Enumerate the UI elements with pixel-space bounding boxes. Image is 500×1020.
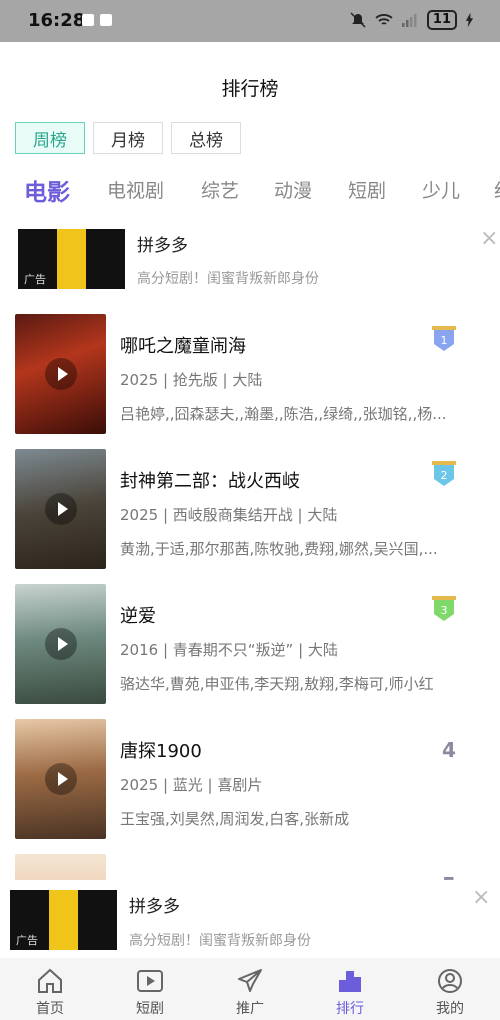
play-icon[interactable]: [45, 358, 77, 390]
rank-badge-gold-icon: 1: [432, 326, 456, 351]
rank-number: 4: [442, 738, 456, 762]
play-box-icon[interactable]: [135, 966, 165, 996]
paper-plane-icon[interactable]: [235, 966, 265, 996]
category-movie[interactable]: 电影: [24, 173, 70, 207]
ad-label: 广告: [16, 934, 38, 947]
nav-label[interactable]: 排行: [300, 998, 400, 1018]
tab-monthly[interactable]: 月榜: [93, 122, 163, 154]
nav-label[interactable]: 我的: [400, 998, 500, 1018]
poster-image[interactable]: [15, 449, 106, 569]
play-icon[interactable]: [45, 628, 77, 660]
category-anime[interactable]: 动漫: [274, 176, 312, 203]
ad-thumbnail[interactable]: 广告: [18, 229, 125, 289]
notification-icon: [82, 14, 94, 26]
ranking-item[interactable]: 唐探1900 2025 | 蓝光 | 喜剧片 王宝强,刘昊然,周润发,白客,张新…: [0, 719, 500, 841]
item-meta: 2025 | 抢先版 | 大陆: [120, 371, 263, 389]
rank-number: 2: [441, 469, 448, 482]
item-meta: 2016 | 青春期不只“叛逆” | 大陆: [120, 641, 338, 659]
ad-description: 高分短剧！闺蜜背叛新郎身份: [129, 933, 311, 949]
nav-promote[interactable]: 推广: [200, 958, 300, 1020]
page-title: 排行榜: [221, 78, 279, 100]
item-title[interactable]: 逆爱: [120, 602, 156, 628]
item-cast: 王宝强,刘昊然,周润发,白客,张新成: [120, 810, 350, 828]
charging-icon: [465, 12, 474, 28]
poster-image[interactable]: [15, 719, 106, 839]
nav-label[interactable]: 首页: [0, 998, 100, 1018]
status-time: 16:28: [28, 10, 86, 31]
poster-image[interactable]: [15, 314, 106, 434]
ad-title[interactable]: 拼多多: [137, 231, 188, 256]
tab-weekly[interactable]: 周榜: [15, 122, 85, 154]
tab-overall[interactable]: 总榜: [171, 122, 241, 154]
status-bar: 16:28 11: [0, 0, 500, 42]
rank-number: 3: [441, 604, 448, 617]
signal-icon: [401, 14, 417, 27]
notification-icon: [100, 14, 112, 26]
item-cast: 吕艳婷,,囧森瑟夫,,瀚墨,,陈浩,,绿绮,,张珈铭,,杨...: [120, 405, 447, 423]
play-icon[interactable]: [45, 763, 77, 795]
item-title[interactable]: 哪吒之魔童闹海: [120, 332, 246, 358]
nav-profile[interactable]: 我的: [400, 958, 500, 1020]
profile-icon[interactable]: [435, 966, 465, 996]
ad-banner-top[interactable]: 广告 拼多多 高分短剧！闺蜜背叛新郎身份 ×: [0, 226, 500, 292]
item-title[interactable]: 封神第二部：战火西岐: [120, 467, 300, 493]
item-cast: 黄渤,于适,那尔那茜,陈牧驰,费翔,娜然,吴兴国,...: [120, 540, 438, 558]
category-documentary[interactable]: 纪: [494, 176, 500, 203]
wifi-icon: [375, 14, 393, 25]
ranking-item[interactable]: 逆爱 2016 | 青春期不只“叛逆” | 大陆 骆达华,曹苑,申亚伟,李天翔,…: [0, 584, 500, 706]
nav-short-drama[interactable]: 短剧: [100, 958, 200, 1020]
ad-label: 广告: [24, 273, 46, 286]
play-icon[interactable]: [45, 493, 77, 525]
battery-indicator: 11: [426, 10, 457, 30]
home-icon[interactable]: [35, 966, 65, 996]
ad-thumbnail[interactable]: 广告: [10, 890, 117, 950]
ad-close-icon[interactable]: ×: [480, 226, 498, 251]
ad-description: 高分短剧！闺蜜背叛新郎身份: [137, 271, 319, 287]
nav-label[interactable]: 推广: [200, 998, 300, 1018]
ranking-item[interactable]: 哪吒之魔童闹海 2025 | 抢先版 | 大陆 吕艳婷,,囧森瑟夫,,瀚墨,,陈…: [0, 314, 500, 436]
nav-ranking[interactable]: 排行: [300, 958, 400, 1020]
mute-bell-icon: [350, 12, 366, 28]
category-short-drama[interactable]: 短剧: [348, 176, 386, 203]
nav-home[interactable]: 首页: [0, 958, 100, 1020]
ranking-item[interactable]: 封神第二部：战火西岐 2025 | 西岐殷商集结开战 | 大陆 黄渤,于适,那尔…: [0, 449, 500, 571]
rank-number: 5: [442, 873, 456, 880]
poster-image[interactable]: [15, 584, 106, 704]
category-tabs: 电影 电视剧 综艺 动漫 短剧 少儿 纪: [0, 170, 500, 210]
ad-banner-bottom[interactable]: 广告 拼多多 高分短剧！闺蜜背叛新郎身份 ×: [0, 882, 500, 958]
nav-label[interactable]: 短剧: [100, 998, 200, 1018]
bottom-navigation: 首页 短剧 推广 排行 我的: [0, 958, 500, 1020]
category-tv[interactable]: 电视剧: [107, 176, 164, 203]
ranking-item[interactable]: 5: [0, 854, 500, 880]
rank-number: 1: [441, 334, 448, 347]
ad-close-icon[interactable]: ×: [472, 885, 490, 910]
rank-badge-silver-icon: 2: [432, 461, 456, 486]
category-kids[interactable]: 少儿: [422, 176, 460, 203]
poster-image[interactable]: [15, 854, 106, 880]
rank-badge-bronze-icon: 3: [432, 596, 456, 621]
item-cast: 骆达华,曹苑,申亚伟,李天翔,敖翔,李梅可,师小红: [120, 675, 434, 693]
item-title[interactable]: 唐探1900: [120, 737, 202, 763]
item-meta: 2025 | 西岐殷商集结开战 | 大陆: [120, 506, 338, 524]
item-meta: 2025 | 蓝光 | 喜剧片: [120, 776, 263, 794]
ranking-icon[interactable]: [335, 966, 365, 996]
ad-title[interactable]: 拼多多: [129, 892, 180, 917]
category-variety[interactable]: 综艺: [201, 176, 239, 203]
